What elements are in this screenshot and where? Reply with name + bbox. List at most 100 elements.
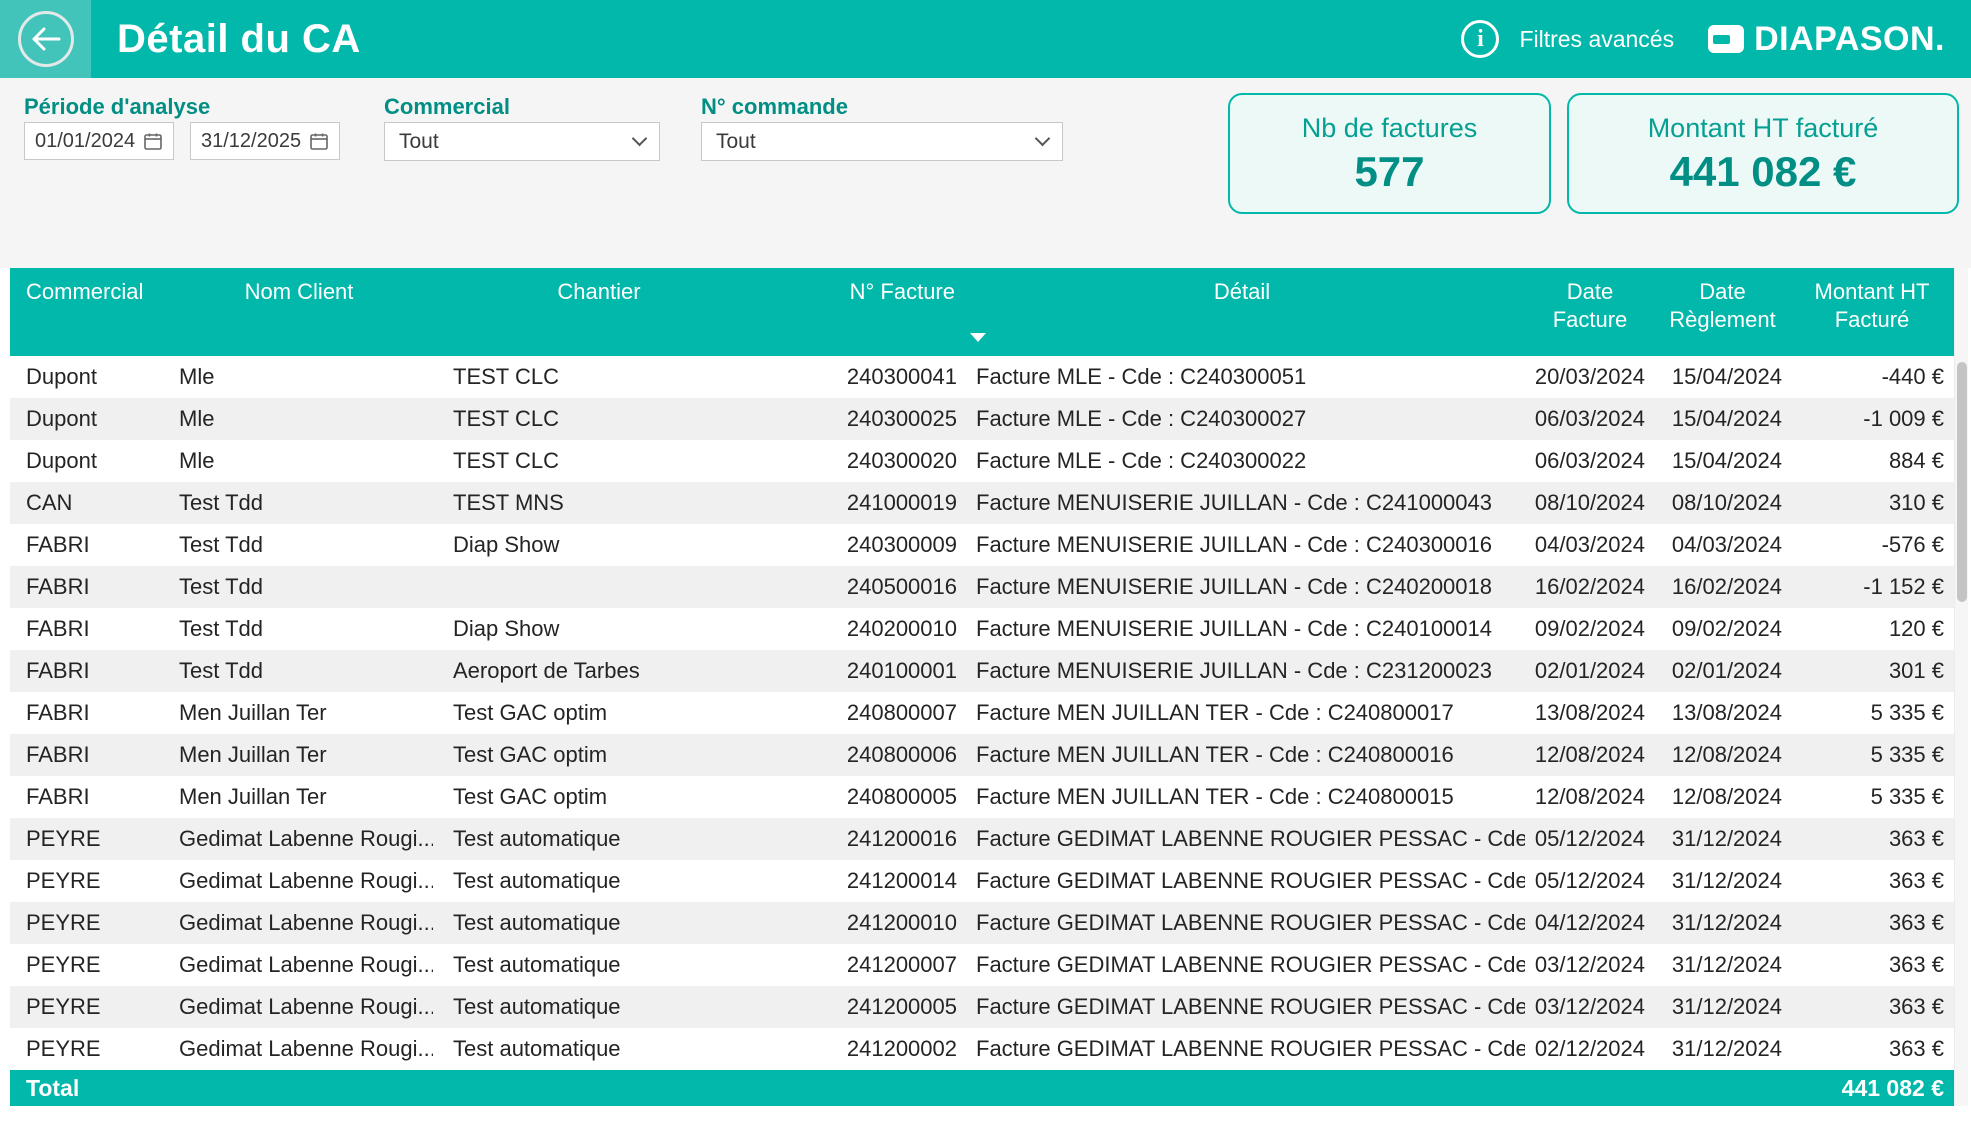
cell-commercial: FABRI: [10, 574, 165, 600]
cell-chantier: Diap Show: [433, 532, 765, 558]
cell-nom-client: Test Tdd: [165, 658, 433, 684]
cell-montant: -1 009 €: [1790, 406, 1954, 432]
table-row: PEYRE Gedimat Labenne Rougi... Test auto…: [10, 986, 1954, 1028]
cell-detail: Facture MLE - Cde : C240300051: [959, 364, 1525, 390]
cell-montant: 363 €: [1790, 994, 1954, 1020]
cell-detail: Facture MENUISERIE JUILLAN - Cde : C2402…: [959, 574, 1525, 600]
cell-chantier: TEST MNS: [433, 490, 765, 516]
cell-montant: 301 €: [1790, 658, 1954, 684]
cell-nom-client: Test Tdd: [165, 574, 433, 600]
cell-date-facture: 04/03/2024: [1525, 532, 1655, 558]
cell-date-facture: 13/08/2024: [1525, 700, 1655, 726]
calendar-icon[interactable]: [309, 131, 329, 151]
date-end-input[interactable]: 31/12/2025: [190, 122, 340, 160]
cell-date-facture: 06/03/2024: [1525, 448, 1655, 474]
date-start-value: 01/01/2024: [35, 130, 135, 153]
diapason-logo-icon: [1708, 25, 1744, 53]
cell-nom-client: Test Tdd: [165, 616, 433, 642]
diapason-logo-text: DIAPASON.: [1754, 20, 1945, 59]
periode-label: Période d'analyse: [24, 94, 210, 120]
table-row: Dupont Mle TEST CLC 240300020 Facture ML…: [10, 440, 1954, 482]
cell-montant: 5 335 €: [1790, 742, 1954, 768]
cell-nom-client: Men Juillan Ter: [165, 742, 433, 768]
cell-date-facture: 12/08/2024: [1525, 784, 1655, 810]
cell-chantier: Test automatique: [433, 868, 765, 894]
cell-montant: 5 335 €: [1790, 700, 1954, 726]
cell-date-facture: 03/12/2024: [1525, 994, 1655, 1020]
cell-chantier: Test automatique: [433, 1036, 765, 1062]
cell-chantier: Test GAC optim: [433, 700, 765, 726]
commercial-dropdown[interactable]: Tout: [384, 122, 660, 161]
cell-commercial: Dupont: [10, 364, 165, 390]
cell-detail: Facture MENUISERIE JUILLAN - Cde : C2312…: [959, 658, 1525, 684]
table-row: FABRI Test Tdd 240500016 Facture MENUISE…: [10, 566, 1954, 608]
cell-date-reglement: 31/12/2024: [1655, 952, 1790, 978]
cell-date-reglement: 15/04/2024: [1655, 364, 1790, 390]
cell-date-facture: 16/02/2024: [1525, 574, 1655, 600]
cell-chantier: Test automatique: [433, 952, 765, 978]
date-start-input[interactable]: 01/01/2024: [24, 122, 174, 160]
cell-chantier: Test GAC optim: [433, 742, 765, 768]
column-header-montant[interactable]: Montant HT Facturé: [1790, 268, 1954, 356]
table-row: FABRI Test Tdd Diap Show 240300009 Factu…: [10, 524, 1954, 566]
cell-detail: Facture MENUISERIE JUILLAN - Cde : C2403…: [959, 532, 1525, 558]
cell-date-reglement: 12/08/2024: [1655, 784, 1790, 810]
cell-montant: 363 €: [1790, 952, 1954, 978]
cell-detail: Facture MENUISERIE JUILLAN - Cde : C2410…: [959, 490, 1525, 516]
cell-num-facture: 240300025: [765, 406, 959, 432]
cell-detail: Facture GEDIMAT LABENNE ROUGIER PESSAC -…: [959, 910, 1525, 936]
cell-detail: Facture GEDIMAT LABENNE ROUGIER PESSAC -…: [959, 952, 1525, 978]
app-header: Détail du CA i Filtres avancés DIAPASON.: [0, 0, 1971, 78]
cell-commercial: PEYRE: [10, 994, 165, 1020]
header-actions: i Filtres avancés DIAPASON.: [1461, 20, 1971, 59]
column-header-date-facture[interactable]: Date Facture: [1525, 268, 1655, 356]
cell-detail: Facture MEN JUILLAN TER - Cde : C2408000…: [959, 700, 1525, 726]
chevron-down-icon: [632, 131, 648, 147]
cell-date-facture: 04/12/2024: [1525, 910, 1655, 936]
cell-date-reglement: 31/12/2024: [1655, 826, 1790, 852]
cell-num-facture: 240800007: [765, 700, 959, 726]
cell-nom-client: Test Tdd: [165, 490, 433, 516]
cell-commercial: Dupont: [10, 448, 165, 474]
vertical-scrollbar[interactable]: [1954, 268, 1968, 1106]
cell-num-facture: 241200014: [765, 868, 959, 894]
calendar-icon[interactable]: [143, 131, 163, 151]
cell-detail: Facture GEDIMAT LABENNE ROUGIER PESSAC -…: [959, 1036, 1525, 1062]
cell-chantier: Test automatique: [433, 910, 765, 936]
sort-indicator-icon[interactable]: [970, 333, 986, 342]
cell-date-facture: 05/12/2024: [1525, 826, 1655, 852]
column-header-detail[interactable]: Détail: [959, 268, 1525, 356]
column-header-chantier[interactable]: Chantier: [433, 268, 765, 356]
cell-date-facture: 12/08/2024: [1525, 742, 1655, 768]
back-button[interactable]: [0, 0, 91, 78]
cell-detail: Facture MLE - Cde : C240300022: [959, 448, 1525, 474]
cell-date-reglement: 04/03/2024: [1655, 532, 1790, 558]
commande-dropdown[interactable]: Tout: [701, 122, 1063, 161]
cell-num-facture: 240200010: [765, 616, 959, 642]
cell-commercial: PEYRE: [10, 868, 165, 894]
cell-chantier: Test GAC optim: [433, 784, 765, 810]
cell-commercial: FABRI: [10, 532, 165, 558]
cell-chantier: TEST CLC: [433, 364, 765, 390]
column-header-commercial[interactable]: Commercial: [10, 268, 165, 356]
info-icon[interactable]: i: [1461, 20, 1499, 58]
column-header-nom-client[interactable]: Nom Client: [165, 268, 433, 356]
advanced-filters-button[interactable]: Filtres avancés: [1519, 26, 1674, 53]
table-row: FABRI Men Juillan Ter Test GAC optim 240…: [10, 776, 1954, 818]
column-header-date-reglement[interactable]: Date Règlement: [1655, 268, 1790, 356]
cell-date-reglement: 31/12/2024: [1655, 1036, 1790, 1062]
scrollbar-thumb[interactable]: [1957, 362, 1967, 602]
kpi-card-amount: Montant HT facturé 441 082 €: [1567, 93, 1959, 214]
cell-montant: 363 €: [1790, 1036, 1954, 1062]
table-row: FABRI Test Tdd Diap Show 240200010 Factu…: [10, 608, 1954, 650]
cell-nom-client: Mle: [165, 448, 433, 474]
cell-commercial: PEYRE: [10, 952, 165, 978]
column-header-num-facture[interactable]: N° Facture: [765, 268, 959, 356]
table-row: FABRI Men Juillan Ter Test GAC optim 240…: [10, 692, 1954, 734]
date-range: 01/01/2024 31/12/2025: [24, 122, 340, 160]
cell-nom-client: Gedimat Labenne Rougi...: [165, 826, 433, 852]
cell-chantier: Diap Show: [433, 616, 765, 642]
cell-commercial: PEYRE: [10, 910, 165, 936]
table-row: FABRI Men Juillan Ter Test GAC optim 240…: [10, 734, 1954, 776]
cell-chantier: Test automatique: [433, 994, 765, 1020]
